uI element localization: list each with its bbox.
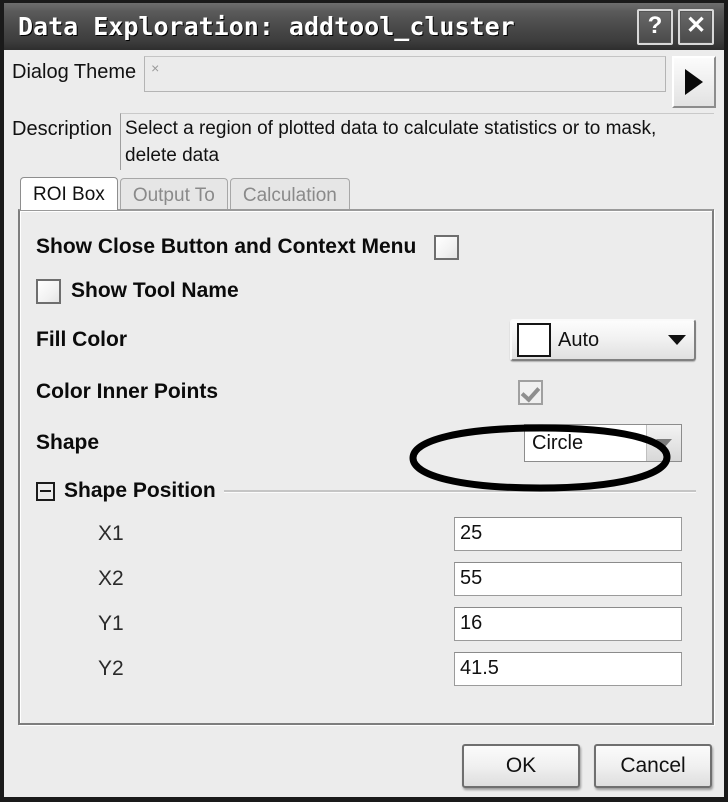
color-swatch-icon: [517, 323, 551, 357]
x1-label: X1: [98, 521, 124, 545]
description-text: Select a region of plotted data to calcu…: [120, 113, 714, 170]
color-inner-points-label: Color Inner Points: [36, 380, 219, 403]
collapse-minus-icon[interactable]: [36, 481, 55, 501]
show-tool-name-label: Show Tool Name: [71, 279, 239, 302]
shape-dropdown-button[interactable]: [646, 425, 681, 461]
fill-color-value: Auto: [558, 328, 600, 351]
shape-position-title: Shape Position: [64, 479, 216, 502]
x2-label: X2: [98, 566, 124, 590]
x1-input[interactable]: [454, 516, 682, 551]
show-close-button-label: Show Close Button and Context Menu: [36, 235, 417, 258]
screenshot-root: Data Exploration: addtool_cluster ? ✕ Di…: [0, 0, 728, 802]
color-inner-points-row: Color Inner Points: [36, 367, 696, 417]
roi-box-panel: Show Close Button and Context Menu Show …: [18, 209, 714, 725]
dialog-window: Data Exploration: addtool_cluster ? ✕ Di…: [0, 0, 728, 802]
x2-row: X2: [36, 556, 696, 601]
tab-output-to[interactable]: Output To: [119, 178, 228, 209]
show-close-button-checkbox[interactable]: [434, 234, 460, 260]
fill-color-label: Fill Color: [36, 328, 127, 351]
tab-bar: ROI Box Output To Calculation: [20, 176, 716, 210]
dialog-theme-expand-button[interactable]: [672, 56, 716, 108]
play-triangle-icon: [685, 69, 703, 95]
dialog-body: Dialog Theme × Description Select a regi…: [4, 50, 724, 797]
tab-calculation[interactable]: Calculation: [229, 178, 350, 209]
chevron-down-icon: [668, 335, 686, 345]
y2-input[interactable]: [454, 651, 682, 686]
y1-row: Y1: [36, 601, 696, 646]
x2-input[interactable]: [454, 561, 682, 596]
ok-button[interactable]: OK: [462, 744, 580, 788]
color-inner-points-checkbox[interactable]: [518, 379, 543, 405]
y1-input[interactable]: [454, 606, 682, 641]
title-bar-buttons: ? ✕: [637, 8, 724, 45]
cancel-button[interactable]: Cancel: [594, 744, 712, 788]
shape-dropdown-value: Circle: [525, 425, 646, 461]
tab-roi-box[interactable]: ROI Box: [20, 177, 118, 210]
help-icon[interactable]: ?: [637, 8, 673, 45]
chevron-down-icon: [656, 438, 672, 448]
window-title: Data Exploration: addtool_cluster: [18, 12, 515, 41]
description-label: Description: [12, 118, 113, 140]
dialog-footer: OK Cancel: [4, 735, 724, 797]
shape-dropdown[interactable]: Circle: [524, 424, 682, 462]
fill-color-combobox[interactable]: Auto: [510, 319, 696, 361]
dialog-theme-row: Dialog Theme ×: [12, 56, 716, 108]
title-bar: Data Exploration: addtool_cluster ? ✕: [4, 3, 724, 52]
show-tool-name-row: Show Tool Name: [36, 269, 696, 313]
shape-label: Shape: [36, 431, 100, 454]
y1-label: Y1: [98, 611, 124, 635]
y2-label: Y2: [98, 656, 124, 680]
fill-color-row: Fill Color Auto: [36, 313, 696, 367]
shape-position-group-header: Shape Position: [36, 471, 696, 511]
y2-row: Y2: [36, 646, 696, 691]
dialog-theme-input[interactable]: ×: [144, 56, 666, 92]
dialog-theme-label: Dialog Theme: [12, 61, 137, 83]
close-icon[interactable]: ✕: [678, 8, 714, 45]
show-close-button-row: Show Close Button and Context Menu: [36, 225, 696, 269]
group-separator: [223, 489, 696, 493]
show-tool-name-checkbox[interactable]: [36, 278, 61, 304]
description-row: Description Select a region of plotted d…: [12, 113, 716, 170]
x1-row: X1: [36, 511, 696, 556]
shape-row: Shape Circle: [36, 417, 696, 469]
